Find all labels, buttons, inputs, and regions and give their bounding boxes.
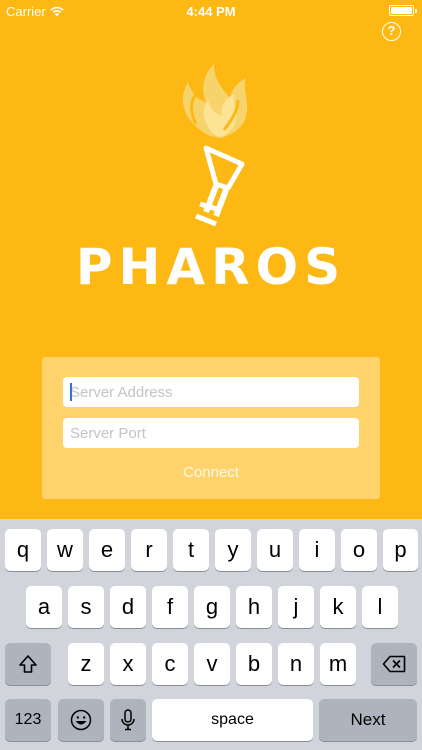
- status-time: 4:44 PM: [186, 4, 236, 19]
- key-l[interactable]: l: [362, 586, 398, 628]
- key-g[interactable]: g: [194, 586, 230, 628]
- key-j[interactable]: j: [278, 586, 314, 628]
- key-b[interactable]: b: [236, 643, 272, 685]
- key-x[interactable]: x: [110, 643, 146, 685]
- text-caret: [70, 383, 72, 401]
- key-e[interactable]: e: [89, 529, 125, 571]
- server-port-input[interactable]: [63, 418, 359, 448]
- help-button[interactable]: ?: [382, 22, 401, 41]
- status-bar: Carrier 4:44 PM: [0, 0, 422, 22]
- key-h[interactable]: h: [236, 586, 272, 628]
- key-c[interactable]: c: [152, 643, 188, 685]
- next-key[interactable]: Next: [319, 699, 417, 741]
- key-f[interactable]: f: [152, 586, 188, 628]
- backspace-key[interactable]: [371, 643, 417, 685]
- key-p[interactable]: p: [383, 529, 418, 571]
- microphone-icon: [121, 709, 135, 731]
- key-m[interactable]: m: [320, 643, 356, 685]
- key-u[interactable]: u: [257, 529, 293, 571]
- app-screen: Carrier 4:44 PM ? PHAROS Connect: [0, 0, 422, 519]
- torch-logo-icon: [182, 64, 248, 227]
- numbers-key[interactable]: 123: [5, 699, 51, 741]
- microphone-key[interactable]: [110, 699, 146, 741]
- key-a[interactable]: a: [26, 586, 62, 628]
- key-i[interactable]: i: [299, 529, 335, 571]
- battery-icon: [389, 5, 417, 16]
- key-v[interactable]: v: [194, 643, 230, 685]
- key-z[interactable]: z: [68, 643, 104, 685]
- key-d[interactable]: d: [110, 586, 146, 628]
- emoji-icon: [70, 709, 92, 731]
- space-key[interactable]: space: [152, 699, 313, 741]
- key-r[interactable]: r: [131, 529, 167, 571]
- backspace-icon: [382, 655, 406, 673]
- brand-title: PHAROS: [75, 238, 347, 296]
- key-k[interactable]: k: [320, 586, 356, 628]
- emoji-key[interactable]: [58, 699, 104, 741]
- connect-button[interactable]: Connect: [42, 464, 380, 481]
- key-s[interactable]: s: [68, 586, 104, 628]
- connection-form: Connect: [42, 357, 380, 499]
- shift-key[interactable]: [5, 643, 51, 685]
- shift-icon: [19, 655, 37, 673]
- key-q[interactable]: q: [5, 529, 41, 571]
- key-n[interactable]: n: [278, 643, 314, 685]
- key-y[interactable]: y: [215, 529, 251, 571]
- key-w[interactable]: w: [47, 529, 83, 571]
- key-t[interactable]: t: [173, 529, 209, 571]
- key-o[interactable]: o: [341, 529, 377, 571]
- server-address-input[interactable]: [63, 377, 359, 407]
- keyboard: q w e r t y u i o p a s d f g h j k l z …: [0, 519, 422, 750]
